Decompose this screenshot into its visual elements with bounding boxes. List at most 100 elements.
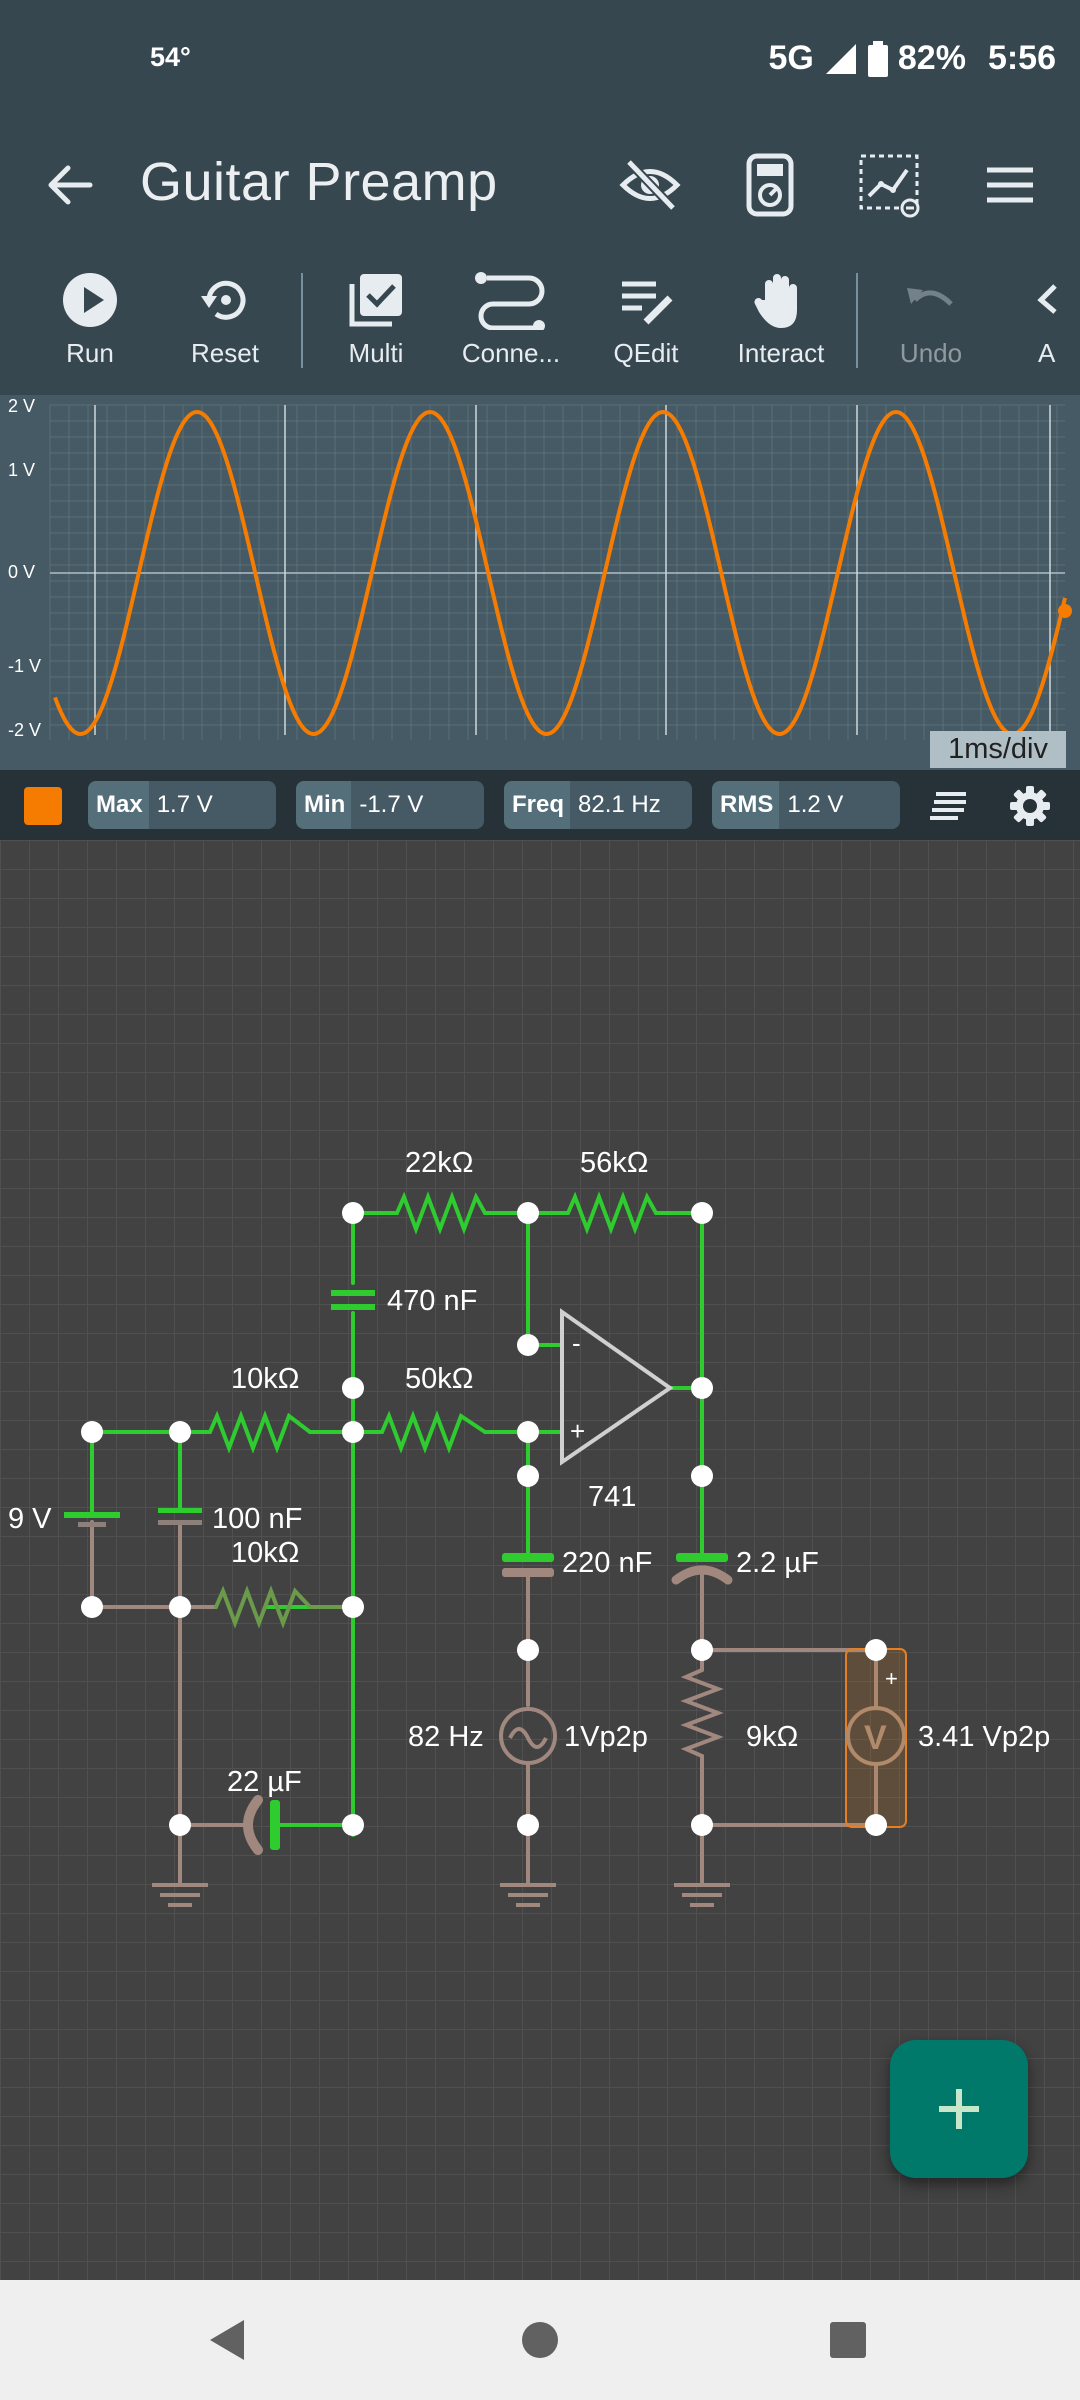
battery-text: 82% bbox=[897, 39, 966, 77]
label-50k: 50kΩ bbox=[405, 1363, 473, 1395]
reset-label: Reset bbox=[191, 338, 259, 368]
nav-back-icon[interactable] bbox=[196, 2308, 260, 2372]
capacitor-22u[interactable] bbox=[243, 1795, 280, 1855]
connect-label: Conne... bbox=[461, 338, 561, 368]
measurement-max[interactable]: Max 1.7 V bbox=[88, 781, 276, 829]
label-100n: 100 nF bbox=[212, 1503, 302, 1535]
system-nav-bar bbox=[0, 2280, 1080, 2400]
measurement-freq[interactable]: Freq 82.1 Hz bbox=[504, 781, 692, 829]
measurement-freq-value: 82.1 Hz bbox=[578, 791, 661, 818]
label-10k-bottom: 10kΩ bbox=[231, 1537, 299, 1569]
measurement-rms-key: RMS bbox=[712, 781, 780, 829]
interact-button[interactable]: Interact bbox=[716, 270, 846, 390]
capacitor-100n[interactable] bbox=[158, 1508, 202, 1525]
opamp-minus-label: - bbox=[572, 1328, 581, 1358]
text-lines-icon[interactable] bbox=[928, 788, 970, 824]
undo-button[interactable]: Undo bbox=[866, 270, 996, 390]
toolbar-divider bbox=[301, 273, 303, 368]
oscilloscope-graph: 2 V 1 V 0 V -1 V -2 V bbox=[8, 396, 1072, 740]
label-icon bbox=[1037, 284, 1057, 314]
page-title: Guitar Preamp bbox=[140, 152, 498, 212]
label-470n: 470 nF bbox=[387, 1285, 477, 1317]
label-220n: 220 nF bbox=[562, 1547, 652, 1579]
y-label-neg1v: -1 V bbox=[8, 656, 41, 676]
label-10k-top: 10kΩ bbox=[231, 1363, 299, 1395]
label-source-amp: 1Vp2p bbox=[564, 1721, 648, 1753]
signal-icon bbox=[825, 43, 856, 74]
add-component-button[interactable] bbox=[890, 2040, 1028, 2178]
y-label-2v: 2 V bbox=[8, 396, 35, 416]
trace-end-marker bbox=[1058, 604, 1072, 618]
network-text: 5G bbox=[768, 39, 814, 77]
graph-icon[interactable] bbox=[855, 150, 925, 220]
label-22k: 22kΩ bbox=[405, 1147, 473, 1179]
measurement-rms[interactable]: RMS 1.2 V bbox=[712, 781, 900, 829]
voltmeter[interactable]: V + bbox=[845, 1648, 907, 1828]
temperature-text: 54° bbox=[150, 42, 191, 72]
ground-symbols bbox=[152, 1883, 730, 1907]
resistor-10k-input[interactable] bbox=[208, 1410, 312, 1454]
undo-label: Undo bbox=[899, 338, 963, 368]
label-2u2: 2.2 µF bbox=[736, 1547, 819, 1579]
ground-icon bbox=[500, 1883, 556, 1907]
y-label-0v: 0 V bbox=[8, 562, 35, 582]
status-right: 5G 82% 5:56 bbox=[769, 36, 1056, 81]
resistor-56k[interactable] bbox=[566, 1191, 658, 1235]
undo-icon bbox=[907, 288, 953, 306]
run-button[interactable]: Run bbox=[25, 270, 155, 390]
qedit-button[interactable]: QEdit bbox=[581, 270, 711, 390]
ground-icon bbox=[152, 1883, 208, 1907]
label-741: 741 bbox=[588, 1481, 636, 1513]
voltmeter-v-symbol: V bbox=[864, 1719, 887, 1757]
ac-source[interactable] bbox=[499, 1707, 557, 1765]
capacitor-220n[interactable] bbox=[502, 1553, 554, 1577]
measurement-bar: Max 1.7 V Min -1.7 V Freq 82.1 Hz RMS 1.2 V bbox=[0, 770, 1080, 840]
multi-button[interactable]: Multi bbox=[311, 270, 441, 390]
measurement-min[interactable]: Min -1.7 V bbox=[296, 781, 484, 829]
time-text: 5:56 bbox=[987, 39, 1056, 77]
trace-color-swatch[interactable] bbox=[24, 787, 62, 825]
label-source-freq: 82 Hz bbox=[408, 1721, 484, 1753]
toolbar-divider bbox=[856, 273, 858, 368]
opamp-plus-label: + bbox=[570, 1416, 585, 1446]
ground-icon bbox=[674, 1883, 730, 1907]
play-icon bbox=[63, 273, 117, 327]
label-56k: 56kΩ bbox=[580, 1147, 648, 1179]
y-label-1v: 1 V bbox=[8, 460, 35, 480]
back-arrow-icon[interactable] bbox=[40, 155, 100, 215]
nav-home-icon[interactable] bbox=[508, 2308, 572, 2372]
y-label-neg2v: -2 V bbox=[8, 720, 41, 740]
qedit-label: QEdit bbox=[613, 338, 679, 368]
resistor-22k[interactable] bbox=[395, 1191, 487, 1235]
label-9v: 9 V bbox=[8, 1503, 52, 1535]
reset-icon bbox=[201, 280, 246, 320]
resistor-50k[interactable] bbox=[380, 1410, 487, 1454]
measurement-max-value: 1.7 V bbox=[156, 791, 213, 818]
label-22u: 22 µF bbox=[227, 1766, 302, 1798]
label-9k: 9kΩ bbox=[746, 1721, 798, 1753]
battery-icon bbox=[867, 40, 888, 77]
time-per-div-label: 1ms/div bbox=[930, 731, 1066, 768]
multi-select-icon bbox=[349, 274, 402, 327]
capacitor-470n[interactable] bbox=[331, 1290, 375, 1310]
measurement-min-key: Min bbox=[296, 781, 352, 829]
interact-label: Interact bbox=[737, 338, 825, 368]
connect-button[interactable]: Conne... bbox=[446, 270, 576, 390]
multimeter-icon[interactable] bbox=[735, 150, 805, 220]
reset-button[interactable]: Reset bbox=[160, 270, 290, 390]
more-tool-button[interactable]: A bbox=[1010, 270, 1080, 390]
measurement-rms-value: 1.2 V bbox=[787, 791, 844, 818]
visibility-off-icon[interactable] bbox=[615, 150, 685, 220]
nav-recents-icon[interactable] bbox=[816, 2308, 880, 2372]
battery-9v[interactable] bbox=[64, 1512, 120, 1527]
oscilloscope-panel[interactable]: 2 V 1 V 0 V -1 V -2 V 1ms/div bbox=[0, 395, 1080, 770]
menu-icon[interactable] bbox=[975, 150, 1045, 220]
toolbar: Run Reset Multi Conne... QEdit Interact … bbox=[0, 255, 1080, 395]
hand-icon bbox=[754, 274, 797, 328]
more-tool-label: A bbox=[1038, 338, 1056, 368]
measurement-freq-key: Freq bbox=[504, 781, 571, 829]
opamp-741[interactable]: - + bbox=[560, 1308, 674, 1466]
resistor-9k[interactable] bbox=[680, 1668, 724, 1807]
settings-gear-icon[interactable] bbox=[1008, 784, 1052, 828]
run-label: Run bbox=[66, 338, 114, 368]
